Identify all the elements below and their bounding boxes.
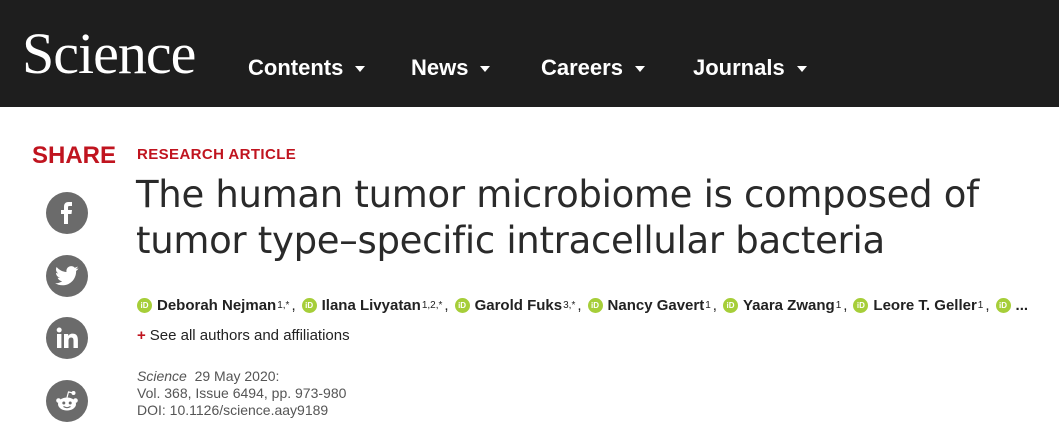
chevron-down-icon [355,66,366,72]
share-heading: SHARE [32,142,117,169]
twitter-icon [55,266,79,286]
nav-contents[interactable]: Contents [248,53,366,83]
author-item: iD ... [995,297,1029,314]
nav-label: Journals [693,55,785,80]
nav-journals[interactable]: Journals [693,53,807,83]
plus-icon: + [137,327,146,344]
author-affiliation: 3,* [563,300,576,311]
chevron-down-icon [480,66,491,72]
orcid-icon[interactable]: iD [137,298,152,313]
publication-date: 29 May 2020: [194,368,280,384]
author-item: iD Yaara Zwang 1, [722,297,853,314]
chevron-down-icon [634,66,645,72]
orcid-icon[interactable]: iD [587,298,603,313]
author-name[interactable]: Nancy Gavert [608,297,705,314]
orcid-icon[interactable]: iD [454,298,470,313]
author-name[interactable]: Leore T. Geller [873,297,976,314]
author-item: iD Leore T. Geller 1, [853,297,995,314]
see-all-authors-link[interactable]: + See all authors and affiliations [137,327,350,344]
orcid-icon[interactable]: iD [853,298,869,313]
author-item: iD Deborah Nejman 1,*, [137,297,302,314]
author-name[interactable]: Ilana Livyatan [322,297,421,314]
volume-line: Vol. 368, Issue 6494, pp. 973-980 [137,385,347,401]
nav-label: News [411,55,469,80]
nav-label: Careers [541,55,623,80]
authors-more[interactable]: ... [1016,297,1029,314]
share-reddit-button[interactable] [46,380,88,422]
author-item: iD Nancy Gavert 1, [587,297,723,314]
author-affiliation: 1 [977,300,984,311]
author-affiliation: 1 [705,300,711,311]
science-logo[interactable]: Science [22,22,196,86]
author-affiliation: 1,* [277,300,290,311]
article-title: The human tumor microbiome is composed o… [136,173,979,262]
reddit-icon [56,391,78,411]
orcid-icon[interactable]: iD [995,298,1011,313]
share-facebook-button[interactable] [46,192,88,234]
orcid-icon[interactable]: iD [722,298,738,313]
author-affiliation: 1 [835,300,842,311]
see-all-label: See all authors and affiliations [149,327,350,344]
site-header: Science Contents News Careers Journals [0,0,1059,107]
author-name[interactable]: Garold Fuks [475,297,563,314]
share-twitter-button[interactable] [46,255,88,297]
facebook-icon [61,202,72,224]
author-affiliation: 1,2,* [421,300,443,311]
nav-careers[interactable]: Careers [541,53,645,83]
orcid-icon[interactable]: iD [301,298,317,313]
author-list: iD Deborah Nejman 1,*, iD Ilana Livyatan 1… [137,297,1047,314]
linkedin-icon [56,327,78,348]
citation-date-line: Science 29 May 2020: [137,368,346,385]
article-type-label: RESEARCH ARTICLE [137,146,297,163]
nav-label: Contents [248,55,344,80]
journal-name: Science [137,368,187,384]
author-item: iD Garold Fuks 3,*, [454,297,588,314]
author-name[interactable]: Deborah Nejman [157,297,276,314]
citation-block: Science 29 May 2020: Vol. 368, Issue 649… [137,368,346,419]
chevron-down-icon [796,66,807,72]
nav-news[interactable]: News [411,53,491,83]
author-name[interactable]: Yaara Zwang [743,297,835,314]
author-item: iD Ilana Livyatan 1,2,*, [301,297,455,314]
doi-line[interactable]: DOI: 10.1126/science.aay9189 [137,402,346,419]
share-linkedin-button[interactable] [46,317,88,359]
